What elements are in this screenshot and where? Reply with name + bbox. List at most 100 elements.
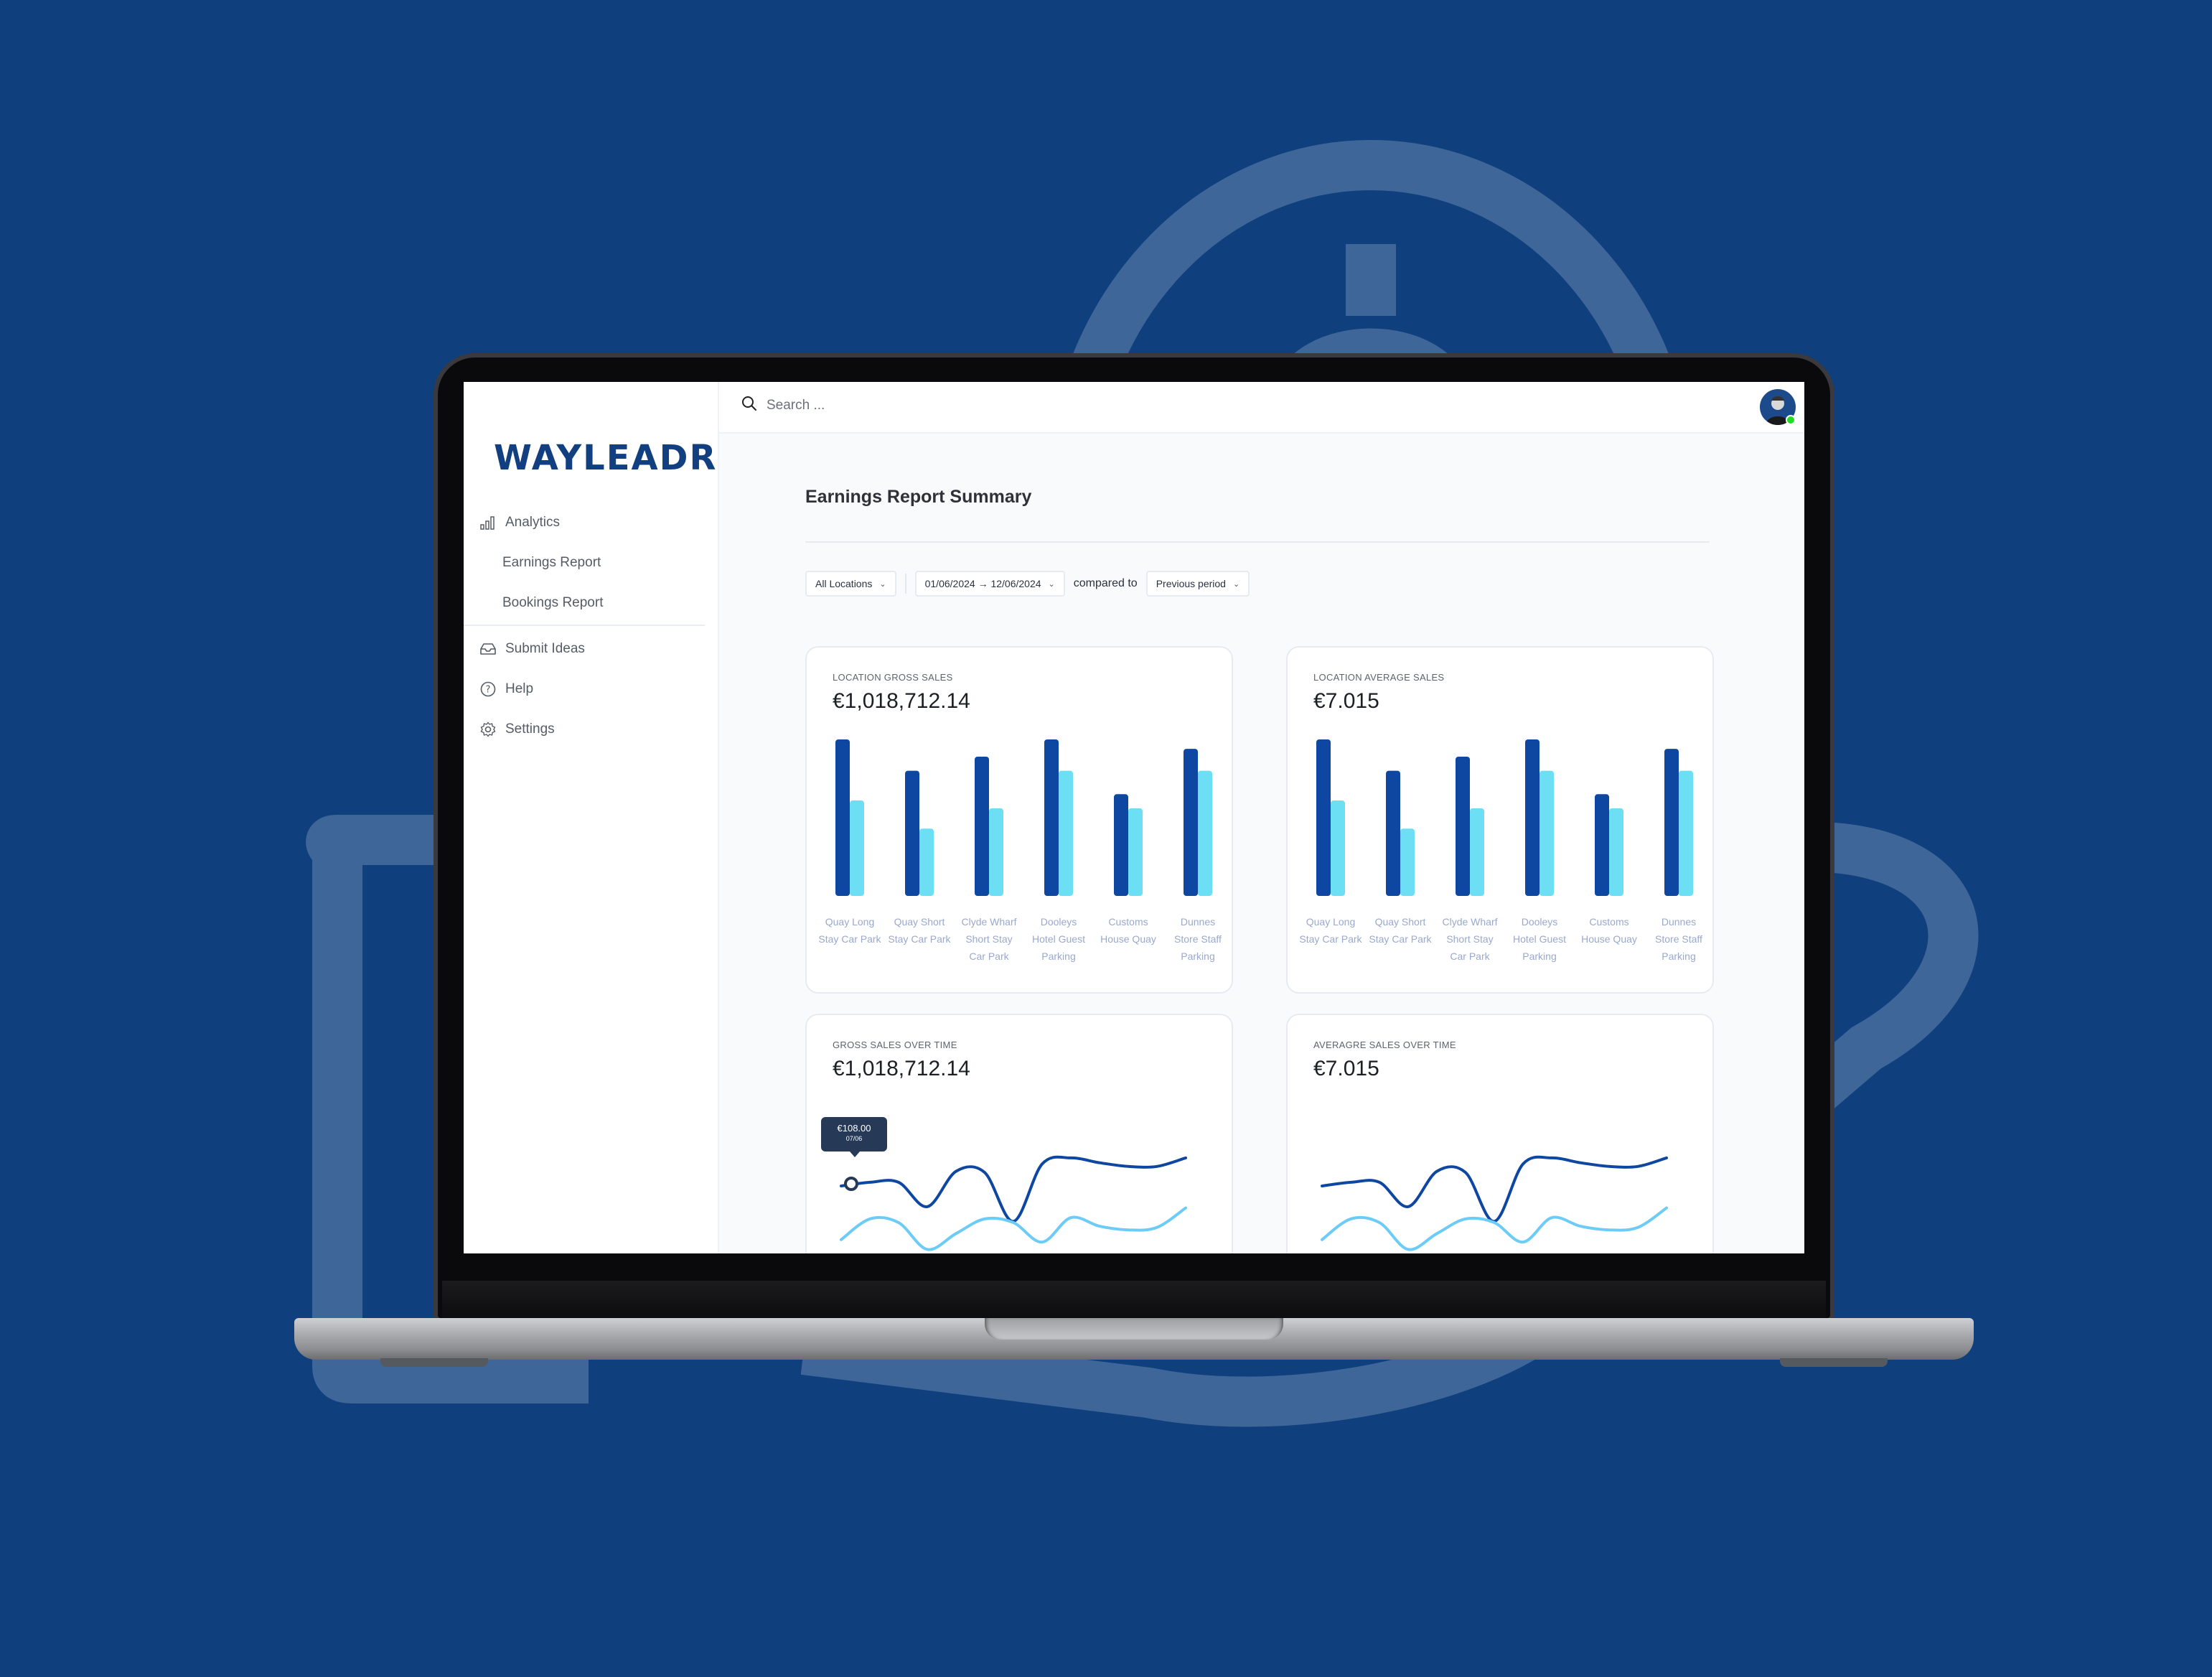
x-axis-label: Dooleys Hotel Guest Parking (1505, 913, 1574, 965)
bar-current[interactable] (1044, 739, 1059, 896)
laptop-notch (985, 1318, 1283, 1340)
bar-previous[interactable] (1331, 800, 1345, 896)
x-axis-label: Quay Short Stay Car Park (885, 913, 954, 948)
x-axis-label: Customs House Quay (1575, 913, 1644, 948)
bar-current[interactable] (1595, 794, 1609, 896)
highlighted-data-point[interactable] (844, 1177, 858, 1191)
online-status-indicator (1786, 415, 1796, 425)
sidebar-item-submit-ideas[interactable]: Submit Ideas (464, 629, 705, 669)
x-axis-label-line: Dunnes (1180, 916, 1216, 928)
bar-current[interactable] (905, 770, 919, 896)
bar-previous[interactable] (989, 808, 1003, 896)
comparison-period-dropdown[interactable]: Previous period ⌄ (1145, 571, 1250, 597)
x-axis-label-line: Store Staff (1655, 933, 1702, 945)
average-sales-over-time-card: AVERAGRE SALES OVER TIME €7.015 (1286, 1014, 1714, 1253)
date-range-value: 01/06/2024 → 12/06/2024 (924, 578, 1041, 589)
x-axis-label-line: Car Park (969, 950, 1009, 962)
x-axis-label-line: Dooleys (1040, 916, 1077, 928)
x-axis-label-line: Hotel Guest (1032, 933, 1085, 945)
svg-text:?: ? (486, 685, 491, 696)
sidebar-item-label: Submit Ideas (505, 641, 585, 656)
bar-previous[interactable] (850, 800, 864, 896)
tooltip-value: €108.00 (837, 1123, 871, 1134)
sidebar-item-help[interactable]: ? Help (464, 669, 705, 709)
x-axis-label-line: Hotel Guest (1513, 933, 1566, 945)
line-current[interactable] (840, 1155, 1187, 1223)
bar-current[interactable] (1386, 770, 1400, 896)
x-axis-label-line: Store Staff (1174, 933, 1222, 945)
bar-previous[interactable] (1609, 808, 1623, 896)
comparison-period-value: Previous period (1156, 578, 1226, 589)
line-previous[interactable] (840, 1206, 1187, 1251)
chevron-down-icon: ⌄ (1232, 579, 1240, 589)
bar-current[interactable] (1525, 739, 1540, 896)
gear-icon (479, 721, 497, 738)
app-screen: WAYLEADR Analytics Earnings Report Booki… (464, 382, 1804, 1253)
bar-current[interactable] (1184, 749, 1198, 896)
x-axis-label-line: Stay Car Park (1369, 933, 1432, 945)
brand-logo[interactable]: WAYLEADR (494, 438, 717, 478)
x-axis-label-line: Parking (1522, 950, 1557, 962)
bar-current[interactable] (1456, 756, 1470, 896)
x-axis-label-line: Clyde Wharf (961, 916, 1017, 928)
gross-sales-over-time-card: GROSS SALES OVER TIME €1,018,712.14 €108… (805, 1014, 1233, 1253)
bar-chart-icon (479, 514, 497, 531)
average-sales-over-time-chart (1321, 1155, 1668, 1251)
x-axis-label-line: Customs (1108, 916, 1148, 928)
line-previous[interactable] (1321, 1206, 1668, 1251)
sidebar-nav: Analytics Earnings Report Bookings Repor… (464, 503, 705, 749)
x-axis-label-line: Dunnes (1661, 916, 1697, 928)
bar-previous[interactable] (1540, 770, 1554, 896)
x-axis-label: Dunnes Store Staff Parking (1163, 913, 1232, 965)
location-filter-dropdown[interactable]: All Locations ⌄ (805, 571, 896, 597)
x-axis-label-line: House Quay (1100, 933, 1156, 945)
bar-previous[interactable] (1400, 828, 1415, 896)
filter-bar: All Locations ⌄ 01/06/2024 → 12/06/2024 … (805, 571, 1250, 597)
x-axis-label: Quay Long Stay Car Park (815, 913, 884, 948)
x-axis-label: Customs House Quay (1094, 913, 1163, 948)
bar-previous[interactable] (1059, 770, 1073, 896)
x-axis-label-line: Stay Car Park (888, 933, 951, 945)
chart-tooltip: €108.00 07/06 (821, 1117, 887, 1157)
sidebar-item-bookings-report[interactable]: Bookings Report (464, 583, 705, 623)
x-axis-label-line: Car Park (1450, 950, 1490, 962)
bar-previous[interactable] (1128, 808, 1143, 896)
x-axis-label-line: House Quay (1581, 933, 1637, 945)
main-content: Earnings Report Summary All Locations ⌄ … (719, 434, 1804, 1253)
page-title: Earnings Report Summary (805, 487, 1032, 507)
x-axis-label: Dooleys Hotel Guest Parking (1024, 913, 1093, 965)
bar-current[interactable] (1664, 749, 1679, 896)
sidebar-divider (464, 625, 705, 626)
x-axis-label: Clyde Wharf Short Stay Car Park (955, 913, 1023, 965)
sidebar-item-settings[interactable]: Settings (464, 709, 705, 749)
date-range-dropdown[interactable]: 01/06/2024 → 12/06/2024 ⌄ (914, 571, 1065, 597)
bar-current[interactable] (835, 739, 850, 896)
bar-previous[interactable] (1198, 770, 1212, 896)
sidebar-item-analytics[interactable]: Analytics (464, 503, 705, 543)
help-circle-icon: ? (479, 681, 497, 698)
sidebar-item-earnings-report[interactable]: Earnings Report (464, 543, 705, 583)
x-axis-label: Quay Long Stay Car Park (1296, 913, 1365, 948)
line-current[interactable] (1321, 1155, 1668, 1223)
search-input[interactable]: Search ... (741, 395, 825, 416)
chevron-down-icon: ⌄ (1048, 579, 1055, 589)
bar-current[interactable] (1316, 739, 1331, 896)
compared-to-label: compared to (1073, 577, 1138, 589)
x-axis-label-line: Quay Short (894, 916, 945, 928)
sidebar: WAYLEADR Analytics Earnings Report Booki… (464, 382, 719, 1253)
x-axis-label: Quay Short Stay Car Park (1366, 913, 1435, 948)
inbox-icon (479, 640, 497, 658)
x-axis-label: Dunnes Store Staff Parking (1644, 913, 1713, 965)
bar-current[interactable] (1114, 794, 1128, 896)
bar-previous[interactable] (1470, 808, 1484, 896)
location-gross-sales-card: LOCATION GROSS SALES €1,018,712.14 Quay … (805, 646, 1233, 994)
x-axis-label-line: Dooleys (1521, 916, 1558, 928)
brand-logo-text: WAYLEADR (494, 438, 718, 478)
bar-current[interactable] (975, 756, 989, 896)
bar-previous[interactable] (919, 828, 934, 896)
search-placeholder: Search ... (767, 397, 825, 413)
x-axis-label-line: Parking (1041, 950, 1076, 962)
bar-previous[interactable] (1679, 770, 1693, 896)
x-axis-label-line: Quay Long (1306, 916, 1356, 928)
chevron-down-icon: ⌄ (879, 579, 886, 589)
